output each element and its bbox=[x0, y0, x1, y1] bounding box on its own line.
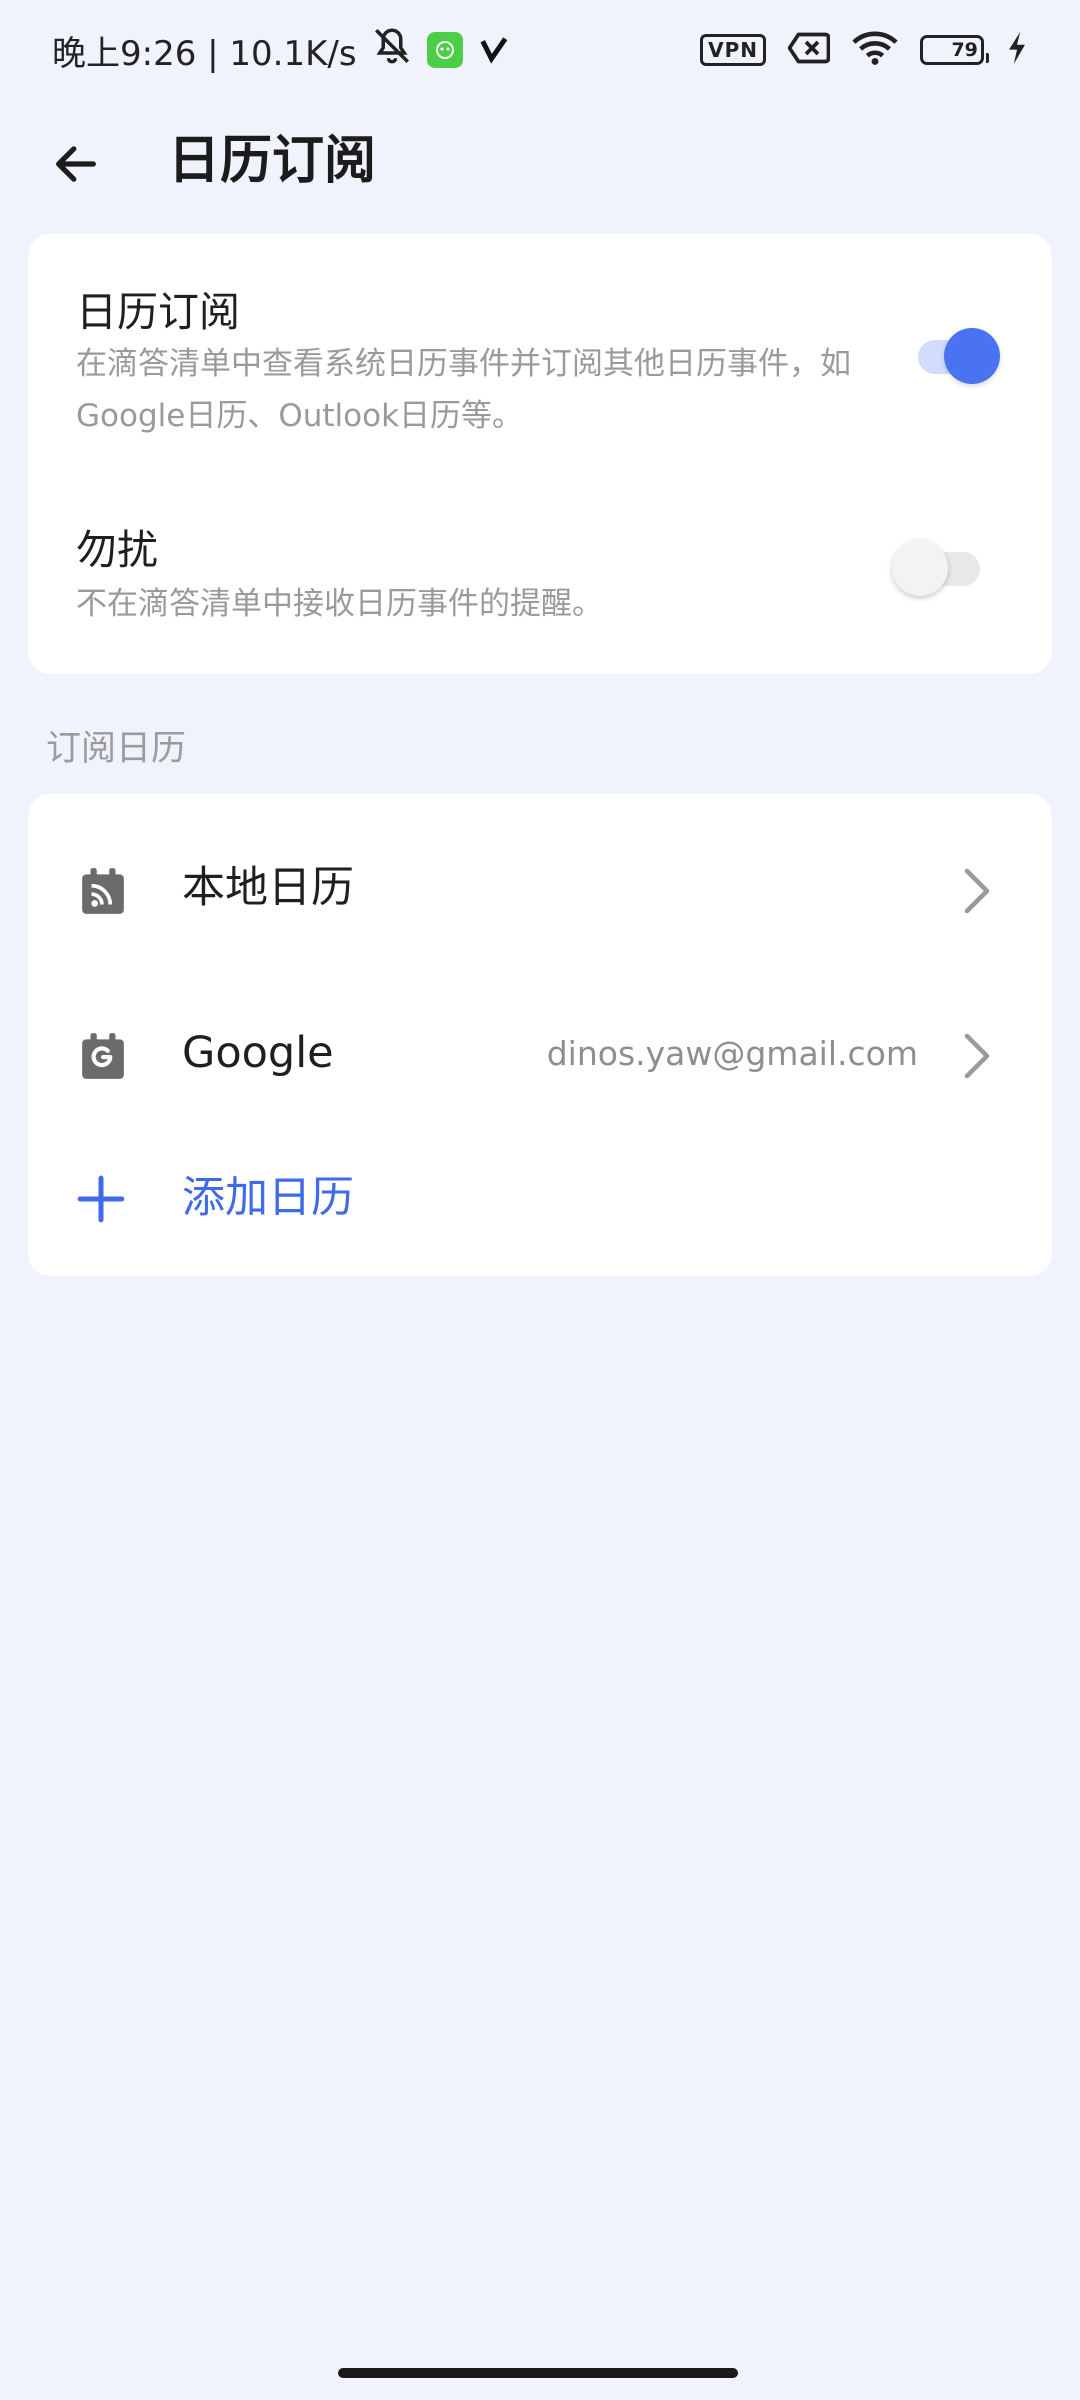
home-indicator[interactable] bbox=[338, 2368, 738, 2378]
app-notification-icon bbox=[426, 32, 463, 68]
do-not-disturb-toggle[interactable] bbox=[892, 534, 990, 596]
do-not-disturb-title: 勿扰 bbox=[76, 526, 158, 574]
calendar-item-google[interactable]: Google dinos.yaw@gmail.com bbox=[28, 979, 1052, 1129]
back-arrow-icon bbox=[56, 146, 96, 182]
charging-icon bbox=[1006, 32, 1028, 68]
calendar-subscription-title: 日历订阅 bbox=[76, 288, 240, 336]
add-calendar-label: 添加日历 bbox=[182, 1173, 354, 1223]
plus-icon bbox=[77, 1175, 125, 1223]
local-calendar-icon bbox=[82, 868, 124, 914]
calendar-subscription-description: 在滴答清单中查看系统日历事件并订阅其他日历事件，如Google日历、Outloo… bbox=[76, 346, 851, 434]
calendar-item-local[interactable]: 本地日历 bbox=[28, 814, 1052, 964]
calendar-subscription-row[interactable]: 日历订阅 在滴答清单中查看系统日历事件并订阅其他日历事件，如Google日历、O… bbox=[28, 234, 1052, 474]
battery-icon: 79 bbox=[920, 35, 989, 65]
chevron-right-icon bbox=[964, 868, 990, 914]
chevron-right-icon bbox=[964, 1033, 990, 1079]
calendars-card: 本地日历 Google dinos.yaw@gmail.com 添加日历 bbox=[28, 794, 1052, 1276]
status-time-network: 晚上9:26 | 10.1K/s bbox=[52, 33, 357, 74]
mute-icon bbox=[371, 25, 413, 76]
section-header-subscribed-calendars: 订阅日历 bbox=[46, 729, 187, 769]
vpn-icon: VPN bbox=[700, 34, 766, 66]
settings-card: 日历订阅 在滴答清单中查看系统日历事件并订阅其他日历事件，如Google日历、O… bbox=[28, 234, 1052, 674]
google-calendar-icon bbox=[82, 1033, 124, 1079]
page-title: 日历订阅 bbox=[168, 131, 377, 191]
status-bar: 晚上9:26 | 10.1K/s VPN 79 bbox=[0, 0, 1080, 100]
calendar-account-email: dinos.yaw@gmail.com bbox=[546, 1034, 918, 1073]
add-calendar-button[interactable]: 添加日历 bbox=[28, 1124, 1052, 1274]
wifi-icon bbox=[852, 30, 898, 70]
calendar-item-label: 本地日历 bbox=[182, 863, 354, 913]
app-bar: 日历订阅 bbox=[0, 110, 1080, 210]
toggle-knob bbox=[892, 540, 948, 596]
do-not-disturb-description: 不在滴答清单中接收日历事件的提醒。 bbox=[76, 586, 603, 622]
status-right: VPN 79 bbox=[700, 30, 1028, 70]
battery-level: 79 bbox=[951, 39, 978, 61]
do-not-disturb-row[interactable]: 勿扰 不在滴答清单中接收日历事件的提醒。 bbox=[28, 474, 1052, 674]
toggle-knob bbox=[944, 328, 1000, 384]
calendar-item-label: Google bbox=[182, 1028, 334, 1078]
v-app-icon bbox=[477, 33, 511, 67]
sim-error-icon bbox=[787, 31, 831, 69]
calendar-subscription-toggle[interactable] bbox=[908, 322, 1004, 384]
battery-tip bbox=[985, 53, 989, 63]
status-left: 晚上9:26 | 10.1K/s bbox=[52, 25, 511, 76]
back-button[interactable] bbox=[40, 128, 112, 200]
